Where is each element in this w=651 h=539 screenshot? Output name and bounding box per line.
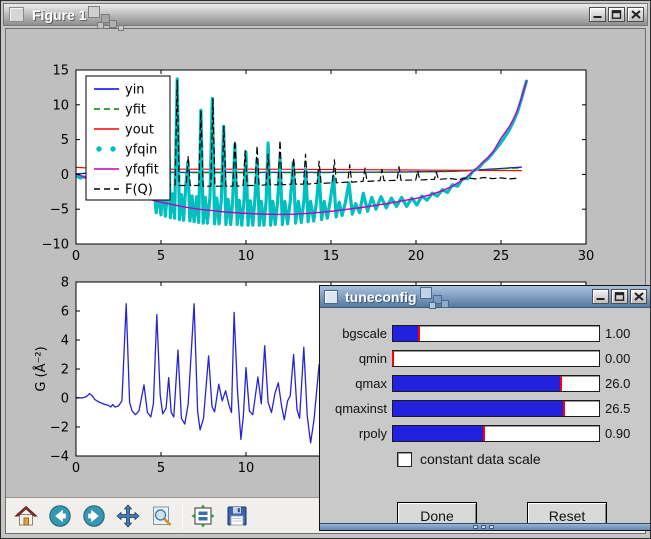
save-button[interactable] (223, 502, 251, 530)
rpoly-label: rpoly (320, 426, 392, 441)
back-button[interactable] (46, 502, 74, 530)
dialog-minimize-button[interactable] (592, 289, 609, 304)
forward-button[interactable] (80, 502, 108, 530)
rpoly-slider-indicator[interactable] (483, 426, 485, 441)
bgscale-label: bgscale (320, 326, 392, 341)
close-icon (631, 10, 641, 19)
qmaxinst-label: qmaxinst (320, 401, 392, 416)
bgscale-slider-indicator[interactable] (418, 326, 420, 341)
qmax-slider-indicator[interactable] (560, 376, 562, 391)
back-icon (48, 504, 72, 528)
dialog-minimize-icon (595, 292, 606, 301)
save-icon (225, 504, 249, 528)
qmin-slider[interactable] (392, 350, 600, 367)
constant-data-scale-row: constant data scale (397, 451, 650, 467)
figure-window: Figure 1 (0, 0, 651, 539)
close-button[interactable] (627, 7, 644, 22)
bgscale-slider[interactable] (392, 325, 600, 342)
qmaxinst-slider-fill (393, 401, 564, 416)
qmaxinst-value: 26.5 (605, 401, 630, 416)
minimize-icon (592, 10, 603, 19)
qmax-label: qmax (320, 376, 392, 391)
window-menu-icon[interactable] (9, 7, 24, 22)
qmaxinst-slider[interactable] (392, 400, 600, 417)
slider-row-bgscale: bgscale 1.00 (320, 325, 650, 342)
minimize-button[interactable] (589, 7, 606, 22)
constant-data-scale-label: constant data scale (420, 451, 541, 467)
pan-icon (116, 504, 140, 528)
dialog-maximize-icon (614, 292, 625, 301)
tuneconfig-dialog: tuneconfig bgscale1.00qmin0.00qm (319, 285, 651, 531)
qmin-label: qmin (320, 351, 392, 366)
constant-data-scale-checkbox[interactable] (397, 452, 412, 467)
home-icon (14, 504, 38, 528)
dialog-body: bgscale 1.00 qmin 0.00 qmax 26.0 qmaxinst 26.5 r… (320, 308, 650, 523)
maximize-icon (611, 10, 622, 19)
dialog-resize-grip[interactable] (320, 523, 650, 530)
zoom-to-rect-button[interactable] (148, 502, 176, 530)
qmax-value: 26.0 (605, 376, 630, 391)
maximize-button[interactable] (608, 7, 625, 22)
dialog-maximize-button[interactable] (611, 289, 628, 304)
window-titlebar[interactable]: Figure 1 (3, 3, 648, 26)
slider-row-rpoly: rpoly 0.90 (320, 425, 650, 442)
window-title: Figure 1 (32, 7, 86, 23)
rpoly-slider[interactable] (392, 425, 600, 442)
bgscale-value: 1.00 (605, 326, 630, 341)
toolbar-separator (182, 503, 183, 529)
home-button[interactable] (12, 502, 40, 530)
dialog-menu-icon[interactable] (324, 290, 338, 304)
pan-button[interactable] (114, 502, 142, 530)
dialog-close-button[interactable] (630, 289, 647, 304)
dialog-close-icon (634, 292, 644, 301)
qmaxinst-slider-indicator[interactable] (563, 401, 565, 416)
slider-row-qmaxinst: qmaxinst 26.5 (320, 400, 650, 417)
grip-dots-icon (473, 525, 497, 529)
configure-subplots-button[interactable] (189, 502, 217, 530)
qmax-slider-fill (393, 376, 561, 391)
forward-icon (82, 504, 106, 528)
rpoly-value: 0.90 (605, 426, 630, 441)
qmin-value: 0.00 (605, 351, 630, 366)
qmin-slider-indicator[interactable] (392, 351, 394, 366)
zoom-to-rect-icon (150, 504, 174, 528)
rpoly-slider-fill (393, 426, 484, 441)
qmax-slider[interactable] (392, 375, 600, 392)
slider-row-qmin: qmin 0.00 (320, 350, 650, 367)
slider-row-qmax: qmax 26.0 (320, 375, 650, 392)
dialog-title: tuneconfig (345, 289, 417, 305)
bgscale-slider-fill (393, 326, 419, 341)
configure-subplots-icon (191, 504, 215, 528)
dialog-titlebar[interactable]: tuneconfig (320, 286, 650, 308)
